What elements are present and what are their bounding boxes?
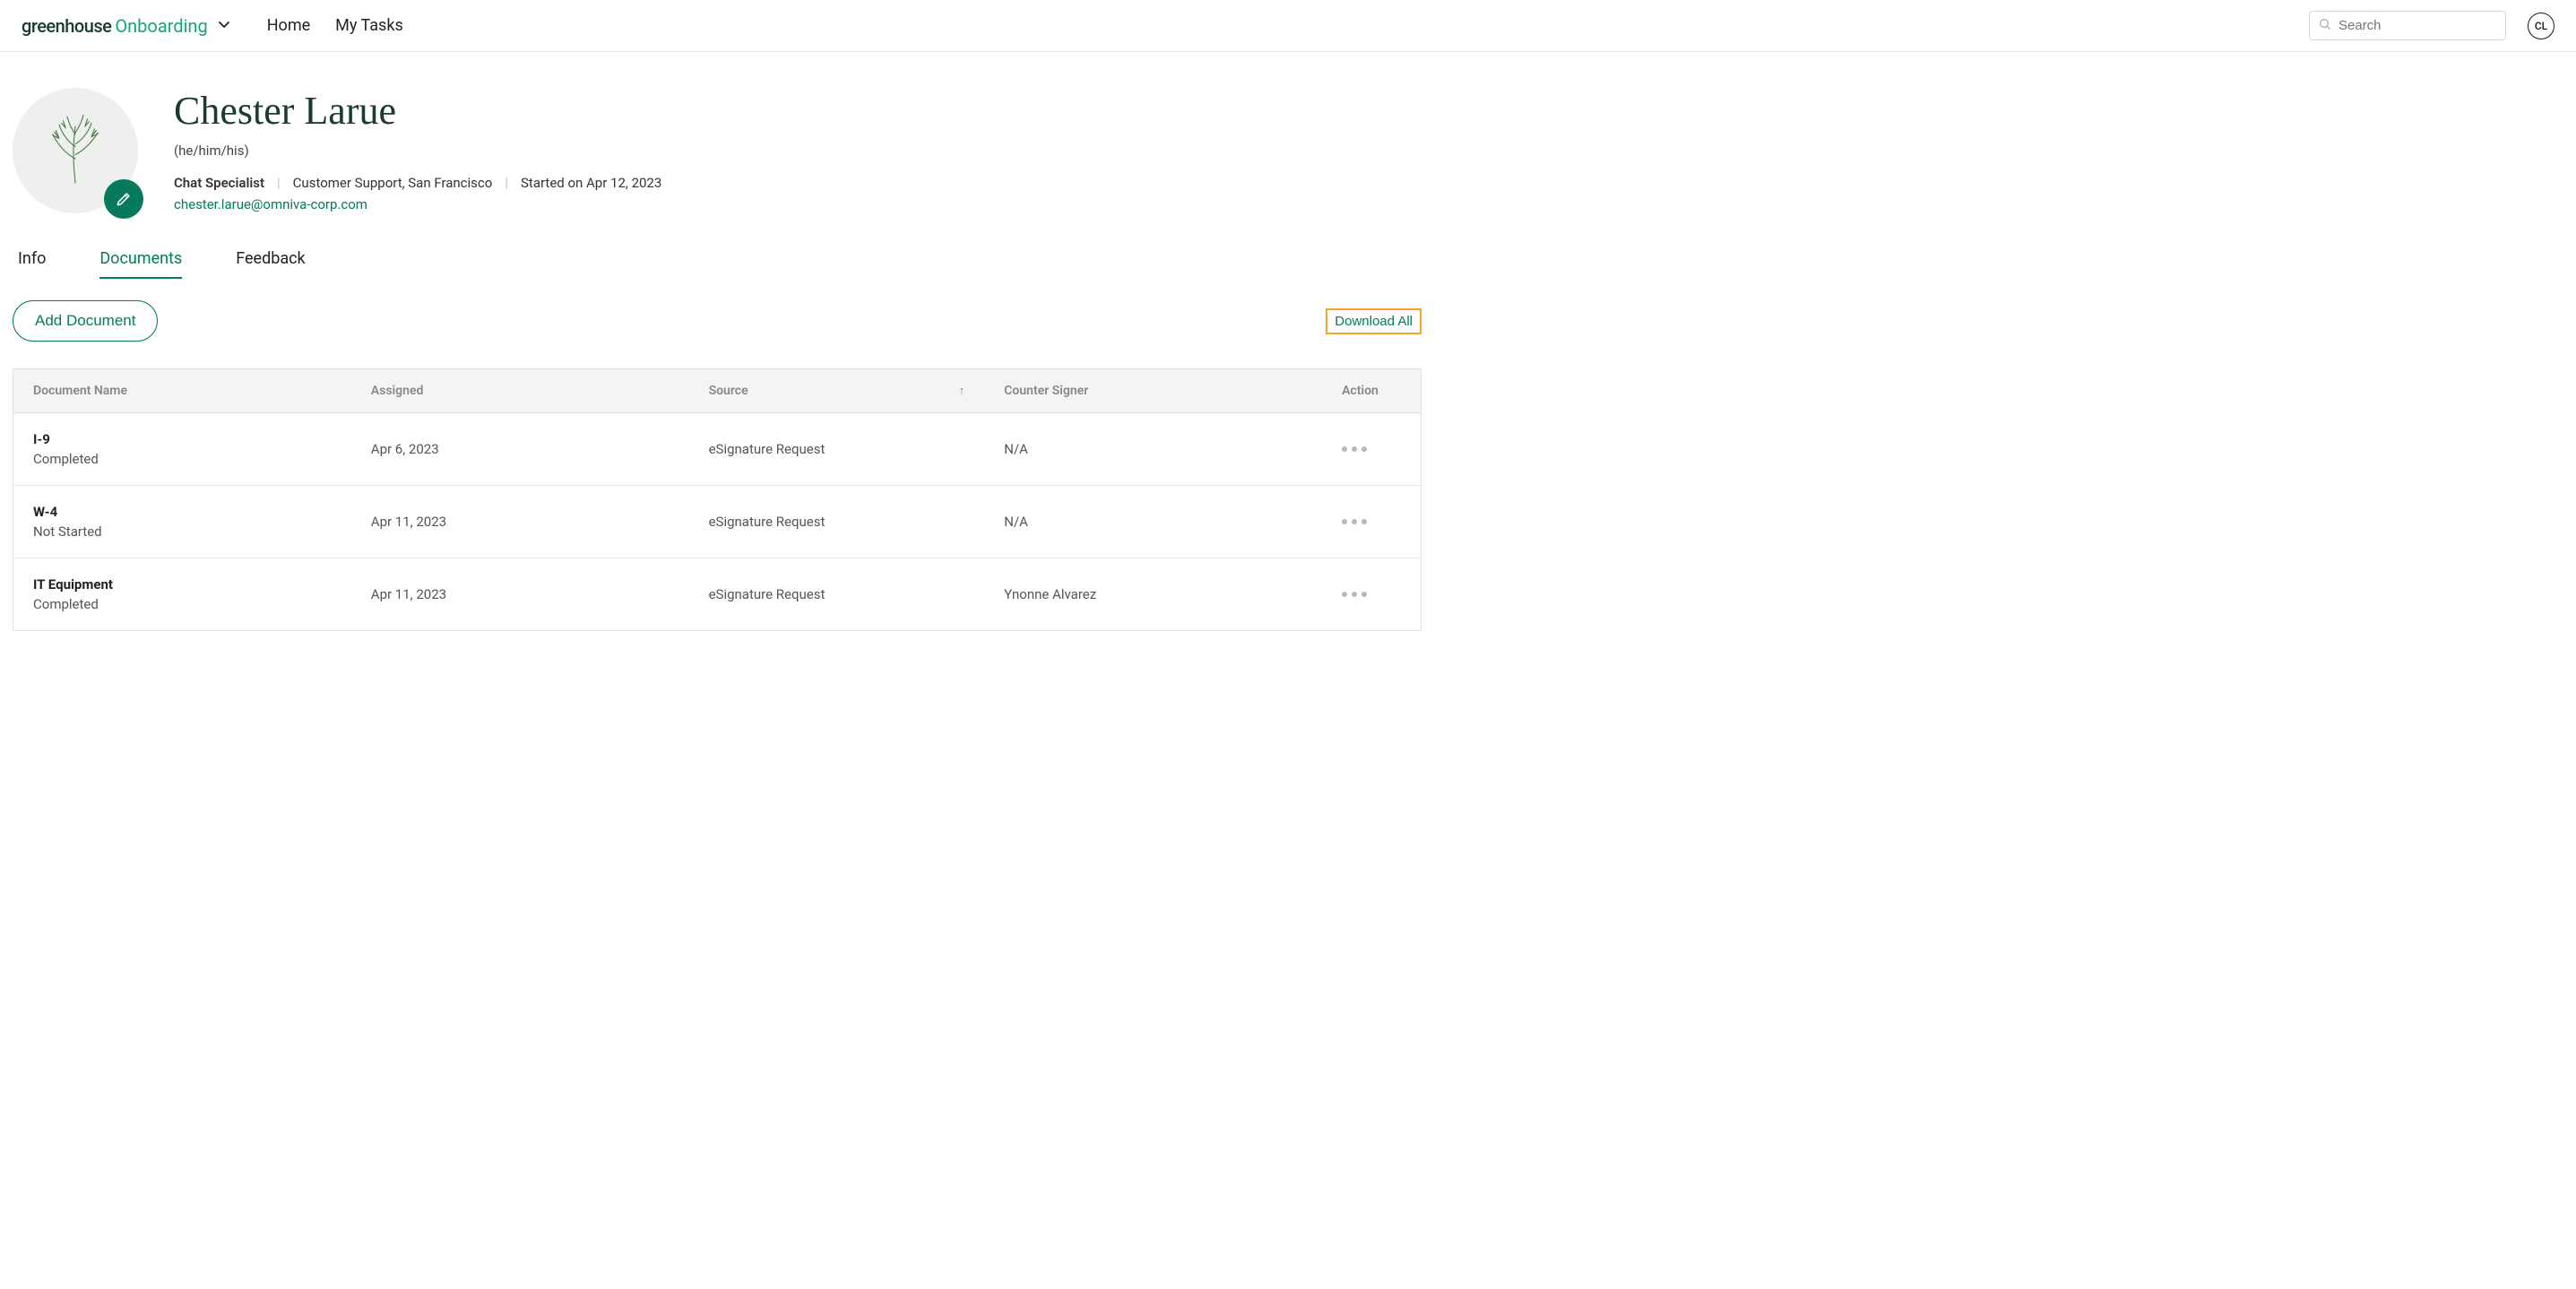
- row-actions-menu[interactable]: [1342, 519, 1401, 524]
- plant-icon: [35, 110, 116, 191]
- main-nav: Home My Tasks: [267, 16, 403, 35]
- th-action: Action: [1322, 369, 1421, 412]
- separator: |: [505, 175, 508, 191]
- cell-document: IT Equipment Completed: [13, 558, 351, 630]
- th-source[interactable]: Source ↑: [689, 369, 985, 412]
- pencil-icon: [115, 190, 133, 208]
- cell-counter-signer: Ynonne Alvarez: [984, 568, 1322, 620]
- doc-status: Completed: [33, 451, 332, 467]
- profile-started: Started on Apr 12, 2023: [521, 175, 661, 191]
- tabs: Info Documents Feedback: [13, 249, 1422, 279]
- sort-asc-icon: ↑: [959, 384, 965, 398]
- doc-name[interactable]: IT Equipment: [33, 576, 332, 593]
- cell-action: [1322, 501, 1421, 542]
- tab-documents[interactable]: Documents: [99, 249, 182, 279]
- table-header-row: Document Name Assigned Source ↑ Counter …: [13, 369, 1421, 413]
- documents-table: Document Name Assigned Source ↑ Counter …: [13, 368, 1422, 631]
- search-input[interactable]: [2338, 18, 2496, 33]
- main-content: Chester Larue (he/him/his) Chat Speciali…: [0, 52, 1434, 667]
- cell-document: I-9 Completed: [13, 413, 351, 485]
- logo: greenhouse Onboarding: [22, 15, 208, 37]
- th-document-name[interactable]: Document Name: [13, 369, 351, 412]
- tab-info[interactable]: Info: [18, 249, 46, 279]
- th-source-label: Source: [709, 384, 748, 398]
- logo-primary: greenhouse: [22, 15, 111, 37]
- cell-action: [1322, 574, 1421, 615]
- profile-meta: Chat Specialist | Customer Support, San …: [174, 175, 661, 191]
- cell-source: eSignature Request: [689, 496, 985, 548]
- separator: |: [277, 175, 281, 191]
- cell-assigned: Apr 6, 2023: [351, 423, 689, 475]
- doc-name[interactable]: I-9: [33, 431, 332, 447]
- table-row: W-4 Not Started Apr 11, 2023 eSignature …: [13, 486, 1421, 558]
- pronouns: (he/him/his): [174, 143, 661, 159]
- cell-counter-signer: N/A: [984, 423, 1322, 475]
- logo-wrap[interactable]: greenhouse Onboarding: [22, 15, 231, 37]
- doc-status: Completed: [33, 596, 332, 612]
- download-all-button[interactable]: Download All: [1326, 308, 1422, 334]
- nav-my-tasks[interactable]: My Tasks: [335, 16, 403, 35]
- cell-source: eSignature Request: [689, 423, 985, 475]
- profile-role: Chat Specialist: [174, 175, 264, 191]
- tab-feedback[interactable]: Feedback: [236, 249, 305, 279]
- cell-assigned: Apr 11, 2023: [351, 568, 689, 620]
- logo-secondary: Onboarding: [115, 15, 207, 37]
- edit-profile-button[interactable]: [104, 179, 143, 219]
- user-avatar[interactable]: CL: [2528, 13, 2554, 39]
- search-icon: [2319, 17, 2331, 34]
- row-actions-menu[interactable]: [1342, 592, 1401, 597]
- cell-source: eSignature Request: [689, 568, 985, 620]
- cell-action: [1322, 428, 1421, 470]
- cell-assigned: Apr 11, 2023: [351, 496, 689, 548]
- nav-home[interactable]: Home: [267, 16, 310, 35]
- profile-picture-wrap: [13, 88, 138, 213]
- cell-counter-signer: N/A: [984, 496, 1322, 548]
- header-bar: greenhouse Onboarding Home My Tasks CL: [0, 0, 2576, 52]
- chevron-down-icon[interactable]: [217, 17, 231, 35]
- doc-name[interactable]: W-4: [33, 504, 332, 520]
- profile-email[interactable]: chester.larue@omniva-corp.com: [174, 196, 367, 212]
- person-name: Chester Larue: [174, 88, 661, 134]
- profile-info: Chester Larue (he/him/his) Chat Speciali…: [174, 88, 661, 212]
- action-row: Add Document Download All: [13, 300, 1422, 342]
- th-assigned[interactable]: Assigned: [351, 369, 689, 412]
- add-document-button[interactable]: Add Document: [13, 300, 158, 342]
- cell-document: W-4 Not Started: [13, 486, 351, 558]
- profile-department-location: Customer Support, San Francisco: [293, 175, 493, 191]
- th-counter-signer[interactable]: Counter Signer: [984, 369, 1322, 412]
- table-row: I-9 Completed Apr 6, 2023 eSignature Req…: [13, 413, 1421, 486]
- doc-status: Not Started: [33, 523, 332, 540]
- profile-header: Chester Larue (he/him/his) Chat Speciali…: [13, 88, 1422, 213]
- table-row: IT Equipment Completed Apr 11, 2023 eSig…: [13, 558, 1421, 630]
- row-actions-menu[interactable]: [1342, 446, 1401, 452]
- search-box[interactable]: [2309, 11, 2506, 40]
